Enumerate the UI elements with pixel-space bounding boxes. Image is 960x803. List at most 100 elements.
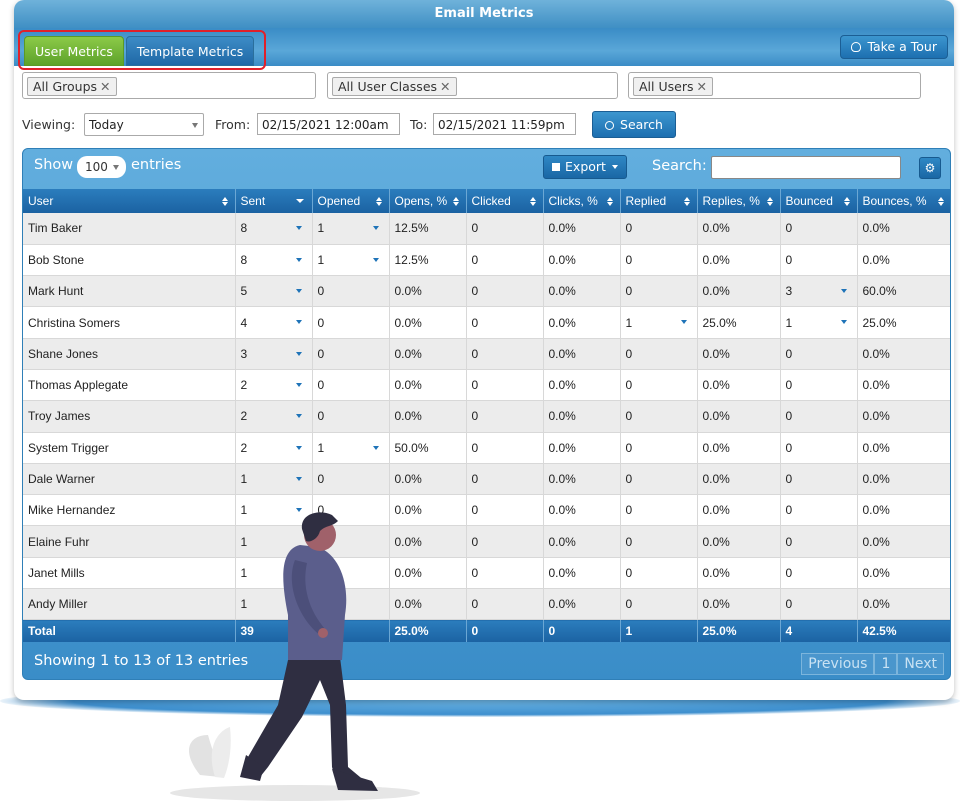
col-bounced-label: Bounced bbox=[785, 194, 833, 208]
chevron-down-icon[interactable] bbox=[372, 226, 379, 230]
cell-opened: 0 bbox=[312, 369, 390, 402]
chevron-down-icon[interactable] bbox=[372, 257, 379, 262]
col-replies-pct[interactable]: Replies, % bbox=[697, 189, 781, 213]
search-button[interactable]: Search bbox=[592, 111, 676, 138]
table-search-label: Search: bbox=[652, 158, 707, 174]
chevron-down-icon[interactable] bbox=[295, 289, 302, 294]
remove-users-icon[interactable]: ✕ bbox=[696, 79, 706, 94]
table-row: Bob Stone 8 1 12.5% 0 0.0% 0 0.0% 0 0.0% bbox=[23, 244, 950, 277]
cell-replies-pct: 0.0% bbox=[697, 244, 781, 277]
cell-sent[interactable]: 8 bbox=[235, 213, 313, 245]
cell-clicks-pct: 0.0% bbox=[543, 275, 621, 308]
col-clicked[interactable]: Clicked bbox=[466, 189, 544, 213]
col-clicks-pct[interactable]: Clicks, % bbox=[543, 189, 621, 213]
chevron-down-icon[interactable] bbox=[295, 445, 302, 450]
cell-replied: 0 bbox=[620, 525, 698, 558]
col-opens-pct[interactable]: Opens, % bbox=[389, 189, 467, 213]
pagination: Previous 1 Next bbox=[801, 653, 944, 675]
cell-clicked: 0 bbox=[466, 432, 544, 464]
cell-bounces-pct: 25.0% bbox=[857, 306, 950, 339]
next-page-button[interactable]: Next bbox=[897, 653, 944, 675]
export-button[interactable]: Export bbox=[543, 155, 627, 179]
users-filter[interactable]: All Users ✕ bbox=[628, 72, 921, 99]
viewing-select[interactable]: Today bbox=[84, 113, 204, 136]
cell-replied: 0 bbox=[620, 463, 698, 496]
cell-user: Dale Warner bbox=[23, 463, 236, 496]
chevron-down-icon[interactable] bbox=[840, 289, 847, 294]
gear-icon[interactable]: ⚙ bbox=[919, 157, 941, 179]
tab-template-metrics[interactable]: Template Metrics bbox=[125, 36, 255, 66]
cell-sent[interactable]: 3 bbox=[235, 338, 313, 370]
cell-replies-pct: 25.0% bbox=[697, 306, 781, 339]
chevron-down-icon[interactable] bbox=[295, 476, 302, 481]
total-bounces-pct: 42.5% bbox=[857, 619, 950, 642]
table-search-input[interactable] bbox=[711, 156, 901, 179]
table-row: Tim Baker 8 1 12.5% 0 0.0% 0 0.0% 0 0.0% bbox=[23, 213, 950, 245]
to-date-input[interactable]: 02/15/2021 11:59pm bbox=[433, 113, 576, 135]
cell-sent[interactable]: 1 bbox=[235, 463, 313, 496]
cell-opened[interactable]: 1 bbox=[312, 244, 390, 277]
show-label: Show bbox=[34, 157, 74, 173]
chevron-down-icon[interactable] bbox=[840, 320, 847, 325]
table-row: Mark Hunt 5 0 0.0% 0 0.0% 0 0.0% 3 60.0% bbox=[23, 275, 950, 308]
cell-replies-pct: 0.0% bbox=[697, 557, 781, 590]
cell-sent[interactable]: 5 bbox=[235, 275, 313, 308]
cell-user: Mark Hunt bbox=[23, 275, 236, 308]
cell-bounces-pct: 0.0% bbox=[857, 588, 950, 621]
cell-bounces-pct: 0.0% bbox=[857, 525, 950, 558]
user-classes-filter[interactable]: All User Classes ✕ bbox=[327, 72, 618, 99]
tab-user-metrics[interactable]: User Metrics bbox=[24, 36, 124, 66]
col-user[interactable]: User bbox=[23, 189, 236, 213]
page-1-button[interactable]: 1 bbox=[874, 653, 898, 675]
cell-bounced[interactable]: 1 bbox=[780, 306, 858, 339]
col-bounces-pct[interactable]: Bounces, % bbox=[857, 189, 950, 213]
col-opened[interactable]: Opened bbox=[312, 189, 390, 213]
total-replies-pct: 25.0% bbox=[697, 619, 781, 642]
cell-bounced: 0 bbox=[780, 244, 858, 277]
cell-bounced[interactable]: 3 bbox=[780, 275, 858, 308]
chevron-down-icon[interactable] bbox=[680, 320, 687, 325]
cell-user: Troy James bbox=[23, 400, 236, 433]
cell-replied: 0 bbox=[620, 213, 698, 245]
sort-icon bbox=[452, 197, 460, 206]
previous-page-button[interactable]: Previous bbox=[801, 653, 875, 675]
email-metrics-window: Email Metrics User Metrics Template Metr… bbox=[14, 0, 954, 700]
lightbulb-icon bbox=[851, 42, 862, 52]
col-bounced[interactable]: Bounced bbox=[780, 189, 858, 213]
chevron-down-icon[interactable] bbox=[295, 382, 302, 387]
cell-opened[interactable]: 1 bbox=[312, 432, 390, 464]
cell-opens-pct: 12.5% bbox=[389, 213, 467, 245]
chevron-down-icon[interactable] bbox=[295, 257, 302, 262]
cell-sent[interactable]: 2 bbox=[235, 432, 313, 464]
window-title: Email Metrics bbox=[14, 0, 954, 28]
cell-replied: 0 bbox=[620, 588, 698, 621]
cell-sent[interactable]: 2 bbox=[235, 369, 313, 402]
groups-filter[interactable]: All Groups ✕ bbox=[22, 72, 316, 99]
chevron-down-icon[interactable] bbox=[295, 351, 302, 356]
take-a-tour-button[interactable]: Take a Tour bbox=[840, 35, 948, 59]
cell-opens-pct: 0.0% bbox=[389, 306, 467, 339]
remove-user-classes-icon[interactable]: ✕ bbox=[440, 79, 450, 94]
cell-clicked: 0 bbox=[466, 525, 544, 558]
cell-bounces-pct: 0.0% bbox=[857, 213, 950, 245]
from-date-input[interactable]: 02/15/2021 12:00am bbox=[257, 113, 400, 135]
cell-bounced: 0 bbox=[780, 525, 858, 558]
total-replied: 1 bbox=[620, 619, 698, 642]
cell-clicked: 0 bbox=[466, 369, 544, 402]
col-replied[interactable]: Replied bbox=[620, 189, 698, 213]
cell-sent[interactable]: 2 bbox=[235, 400, 313, 433]
cell-sent[interactable]: 8 bbox=[235, 244, 313, 277]
chevron-down-icon[interactable] bbox=[295, 414, 302, 419]
table-row: System Trigger 2 1 50.0% 0 0.0% 0 0.0% 0 0.0% bbox=[23, 432, 950, 464]
total-clicks-pct: 0 bbox=[543, 619, 621, 642]
remove-groups-icon[interactable]: ✕ bbox=[100, 79, 110, 94]
chevron-down-icon[interactable] bbox=[295, 226, 302, 230]
cell-replied[interactable]: 1 bbox=[620, 306, 698, 339]
chevron-down-icon[interactable] bbox=[372, 445, 379, 450]
chevron-down-icon[interactable] bbox=[295, 320, 302, 325]
page-length-select[interactable]: 100 bbox=[77, 156, 126, 178]
col-sent[interactable]: Sent bbox=[235, 189, 313, 213]
cell-sent[interactable]: 4 bbox=[235, 306, 313, 339]
cell-opened[interactable]: 1 bbox=[312, 213, 390, 245]
col-bounces-pct-label: Bounces, % bbox=[862, 194, 927, 208]
